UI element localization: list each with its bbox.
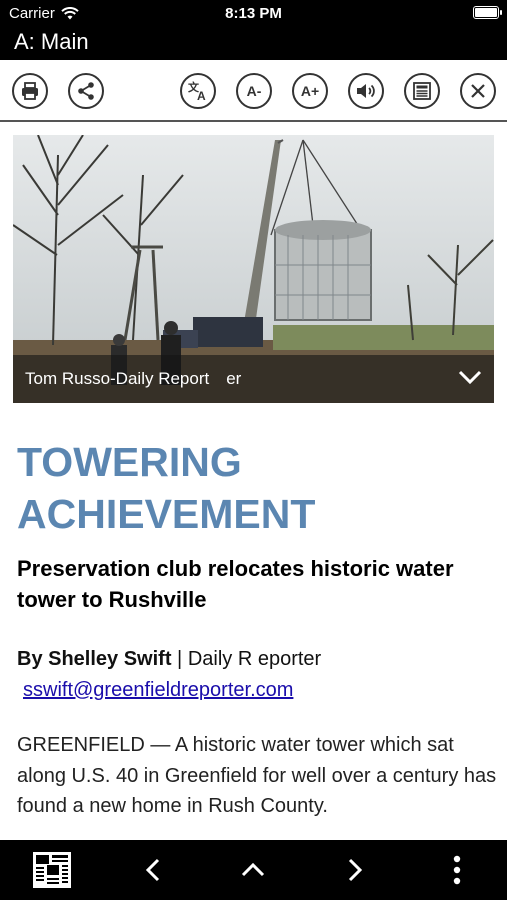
decrease-font-button[interactable]: A- xyxy=(236,73,272,109)
speaker-icon xyxy=(357,84,375,98)
more-vertical-icon xyxy=(453,855,461,885)
chevron-up-icon xyxy=(241,862,265,877)
photo-caption-bar[interactable]: Tom Russo-Daily Report er xyxy=(13,355,494,403)
translate-button[interactable]: 文 A xyxy=(180,73,216,109)
share-icon xyxy=(78,82,94,100)
share-button[interactable] xyxy=(68,73,104,109)
print-button[interactable] xyxy=(12,73,48,109)
article-body: GREENFIELD — A historic water tower whic… xyxy=(17,734,497,817)
status-bar: Carrier 8:13 PM xyxy=(0,0,507,26)
page-title: A: Main xyxy=(0,26,507,60)
reader-toolbar: 文 A A- A+ xyxy=(0,60,507,122)
close-icon xyxy=(471,84,485,98)
bottom-navigation xyxy=(0,840,507,900)
translate-icon: 文 A xyxy=(188,80,206,102)
photo-caption: Tom Russo-Daily Report er xyxy=(25,369,242,388)
next-button[interactable] xyxy=(330,840,380,900)
author-email-link[interactable]: sswift@greenfieldreporter.com xyxy=(23,675,293,705)
newspaper-icon xyxy=(33,852,71,888)
article-subheadline: Preservation club relocates historic wat… xyxy=(17,556,454,612)
chevron-down-icon[interactable] xyxy=(458,369,482,385)
previous-button[interactable] xyxy=(128,840,178,900)
chevron-right-icon xyxy=(348,858,363,882)
article-byline: By Shelley Swift | Daily R eporter xyxy=(17,644,497,674)
newspaper-button[interactable] xyxy=(24,840,80,900)
more-options-button[interactable] xyxy=(432,840,482,900)
increase-font-button[interactable]: A+ xyxy=(292,73,328,109)
headline-line-1: TOWERING xyxy=(17,439,242,485)
byline-separator: | xyxy=(171,648,188,670)
page-view-icon xyxy=(413,82,431,100)
print-icon xyxy=(22,82,38,100)
headline-line-2: ACHIEVEMENT xyxy=(17,491,316,537)
close-button[interactable] xyxy=(460,73,496,109)
article-headline: TOWERING ACHIEVEMENT xyxy=(17,436,487,540)
byline-org: Daily R eporter xyxy=(187,648,322,670)
svg-text:A: A xyxy=(197,89,206,102)
audio-button[interactable] xyxy=(348,73,384,109)
page-view-button[interactable] xyxy=(404,73,440,109)
battery-icon xyxy=(473,6,502,19)
status-time: 8:13 PM xyxy=(225,5,282,22)
article-photo[interactable]: Tom Russo-Daily Report er xyxy=(13,135,494,403)
byline-author: By Shelley Swift xyxy=(17,648,172,670)
scroll-top-button[interactable] xyxy=(228,840,278,900)
chevron-left-icon xyxy=(145,858,160,882)
